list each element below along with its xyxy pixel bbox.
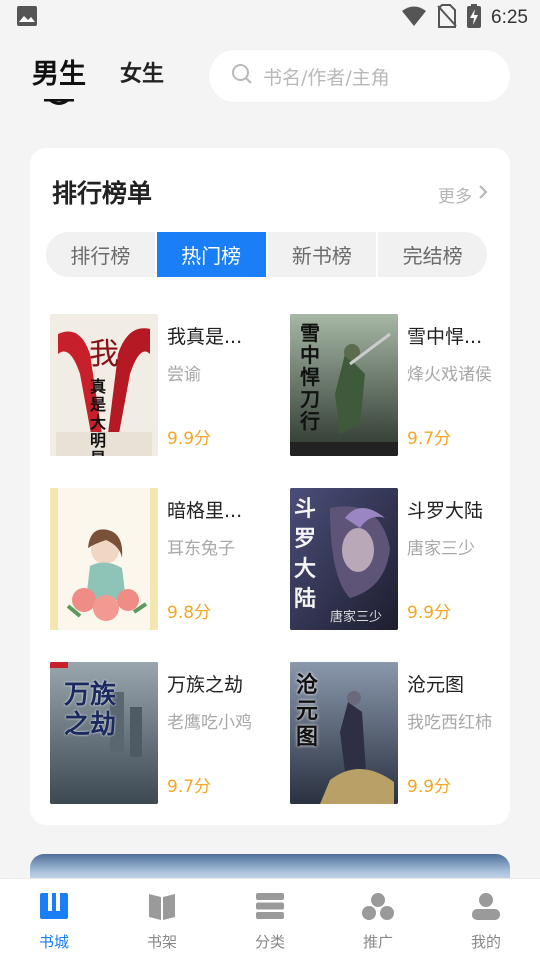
book-author: 尝谕 bbox=[167, 365, 201, 385]
nav-promote[interactable]: 推广 bbox=[324, 879, 432, 960]
chevron-right-icon bbox=[478, 184, 488, 205]
book-item[interactable]: 雪中悍刀行 雪中悍... 烽火戏诸侯 9.7分 bbox=[290, 314, 500, 459]
status-time: 6:25 bbox=[491, 7, 528, 28]
more-label: 更多 bbox=[438, 187, 472, 207]
book-item[interactable]: 万族之劫 万族之劫 老鹰吃小鸡 9.7分 bbox=[50, 662, 260, 807]
category-icon bbox=[255, 891, 285, 925]
ranking-title: 排行榜单 bbox=[52, 179, 153, 208]
book-title: 暗格里... bbox=[167, 500, 243, 522]
book-score: 9.8分 bbox=[167, 603, 212, 623]
book-item[interactable]: 暗格里... 耳东兔子 9.8分 bbox=[50, 488, 260, 633]
book-title: 万族之劫 bbox=[167, 674, 244, 696]
book-cover[interactable]: 万族之劫 bbox=[50, 662, 158, 804]
cover-title-char: 我 bbox=[89, 337, 119, 372]
book-author: 唐家三少 bbox=[407, 539, 475, 559]
book-author: 老鹰吃小鸡 bbox=[167, 713, 252, 733]
nav-profile[interactable]: 我的 bbox=[432, 879, 540, 960]
battery-charging-icon bbox=[467, 4, 482, 32]
tab-male[interactable]: 男生 bbox=[32, 52, 86, 91]
search-placeholder: 书名/作者/主角 bbox=[263, 66, 390, 89]
wifi-icon bbox=[401, 5, 427, 31]
cover-title: 沧元图 bbox=[296, 672, 319, 750]
book-title: 斗罗大陆 bbox=[407, 500, 484, 522]
book-score: 9.7分 bbox=[407, 429, 452, 449]
search-input[interactable]: 书名/作者/主角 bbox=[209, 50, 510, 102]
book-author: 耳东兔子 bbox=[167, 539, 235, 559]
promote-icon bbox=[362, 891, 394, 925]
book-title: 雪中悍... bbox=[407, 326, 483, 348]
nav-bookstore[interactable]: 书城 bbox=[0, 879, 108, 960]
tab-new[interactable]: 新书榜 bbox=[268, 232, 379, 277]
cover-title: 雪中悍刀行 bbox=[300, 321, 320, 433]
book-score: 9.9分 bbox=[407, 777, 452, 797]
book-title: 沧元图 bbox=[407, 674, 465, 696]
tab-hot[interactable]: 热门榜 bbox=[156, 232, 268, 277]
nav-label: 推广 bbox=[362, 933, 393, 951]
book-author: 烽火戏诸侯 bbox=[407, 365, 492, 385]
nav-label: 我的 bbox=[470, 933, 501, 951]
book-item[interactable]: 沧元图 沧元图 我吃西红柿 9.9分 bbox=[290, 662, 500, 807]
book-cover[interactable] bbox=[50, 488, 158, 630]
book-cover[interactable]: 斗罗大陆 唐家三少 bbox=[290, 488, 398, 630]
image-icon bbox=[16, 5, 38, 31]
tab-rank[interactable]: 排行榜 bbox=[46, 232, 157, 277]
nav-label: 书架 bbox=[146, 933, 177, 951]
nav-category[interactable]: 分类 bbox=[216, 879, 324, 960]
active-tab-indicator bbox=[44, 92, 74, 105]
bookshelf-icon bbox=[147, 891, 177, 925]
cover-title: 真是大明星 bbox=[90, 377, 107, 457]
ranking-card: 排行榜单 更多 排行榜 热门榜 新书榜 完结榜 我 真是大明星 我真是. bbox=[30, 148, 510, 825]
rank-tabs: 排行榜 热门榜 新书榜 完结榜 bbox=[46, 232, 487, 277]
book-score: 9.7分 bbox=[167, 777, 212, 797]
header: 男生 女生 书名/作者/主角 bbox=[0, 44, 540, 110]
book-cover[interactable]: 沧元图 bbox=[290, 662, 398, 804]
more-link[interactable]: 更多 bbox=[438, 182, 488, 207]
tab-finished[interactable]: 完结榜 bbox=[378, 232, 487, 277]
book-item[interactable]: 斗罗大陆 唐家三少 斗罗大陆 唐家三少 9.9分 bbox=[290, 488, 500, 633]
book-cover[interactable]: 雪中悍刀行 bbox=[290, 314, 398, 456]
nav-label: 分类 bbox=[254, 933, 285, 951]
book-score: 9.9分 bbox=[167, 429, 212, 449]
profile-icon bbox=[471, 891, 501, 925]
cover-title: 万族之劫 bbox=[64, 680, 117, 740]
nav-bookshelf[interactable]: 书架 bbox=[108, 879, 216, 960]
nav-label: 书城 bbox=[38, 933, 69, 951]
status-bar: 6:25 bbox=[0, 0, 540, 36]
bottom-nav: 书城 书架 分类 推广 我的 bbox=[0, 878, 540, 960]
no-sim-icon bbox=[437, 4, 457, 32]
book-score: 9.9分 bbox=[407, 603, 452, 623]
book-title: 我真是... bbox=[167, 326, 243, 348]
tab-female[interactable]: 女生 bbox=[120, 56, 164, 88]
cover-title: 斗罗大陆 bbox=[294, 496, 317, 612]
cover-author: 唐家三少 bbox=[330, 610, 383, 625]
book-author: 我吃西红柿 bbox=[407, 713, 492, 733]
bookstore-icon bbox=[39, 891, 69, 925]
book-item[interactable]: 我 真是大明星 我真是... 尝谕 9.9分 bbox=[50, 314, 260, 459]
book-cover[interactable]: 我 真是大明星 bbox=[50, 314, 158, 456]
search-icon bbox=[231, 63, 253, 89]
